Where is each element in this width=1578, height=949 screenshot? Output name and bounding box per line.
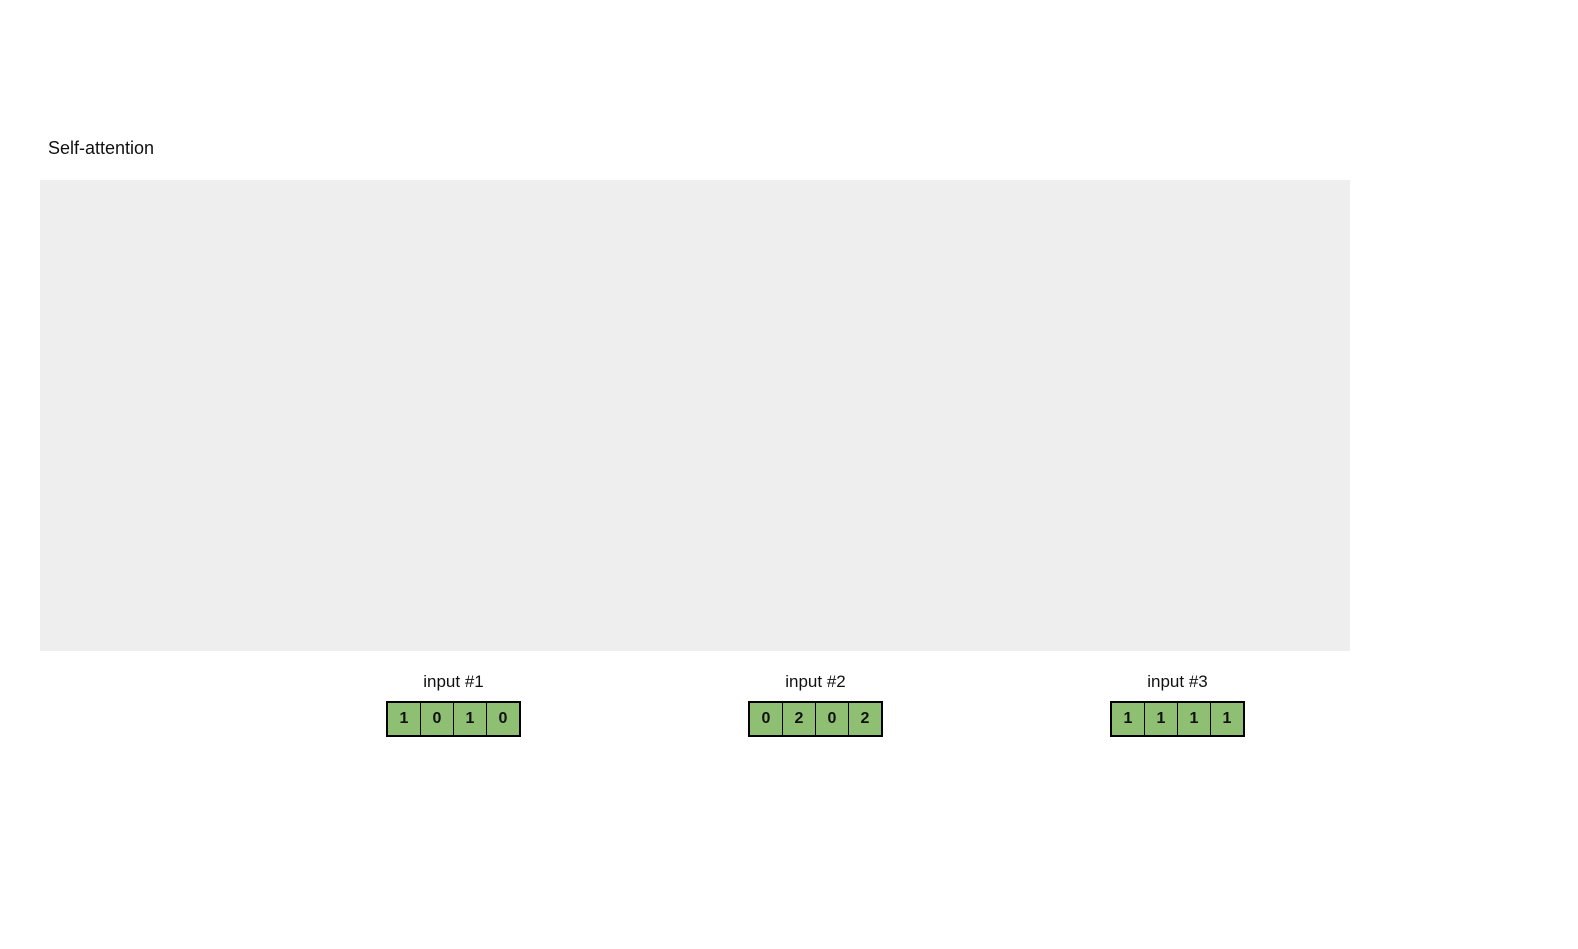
vector-cell: 0 <box>487 703 519 735</box>
vector-cell: 0 <box>816 703 849 735</box>
vector-cell: 1 <box>1145 703 1178 735</box>
vector-cell: 1 <box>388 703 421 735</box>
vector-cell: 0 <box>421 703 454 735</box>
input-vector: 1 0 1 0 <box>386 701 521 737</box>
input-label: input #1 <box>386 672 521 692</box>
diagram-canvas <box>40 180 1350 651</box>
vector-cell: 0 <box>750 703 783 735</box>
diagram-title: Self-attention <box>48 138 154 159</box>
input-vector: 1 1 1 1 <box>1110 701 1245 737</box>
input-group-2: input #2 0 2 0 2 <box>748 672 883 737</box>
vector-cell: 2 <box>849 703 881 735</box>
input-group-1: input #1 1 0 1 0 <box>386 672 521 737</box>
vector-cell: 1 <box>1178 703 1211 735</box>
vector-cell: 1 <box>1211 703 1243 735</box>
input-group-3: input #3 1 1 1 1 <box>1110 672 1245 737</box>
vector-cell: 2 <box>783 703 816 735</box>
input-vector: 0 2 0 2 <box>748 701 883 737</box>
input-label: input #3 <box>1110 672 1245 692</box>
vector-cell: 1 <box>1112 703 1145 735</box>
vector-cell: 1 <box>454 703 487 735</box>
input-label: input #2 <box>748 672 883 692</box>
